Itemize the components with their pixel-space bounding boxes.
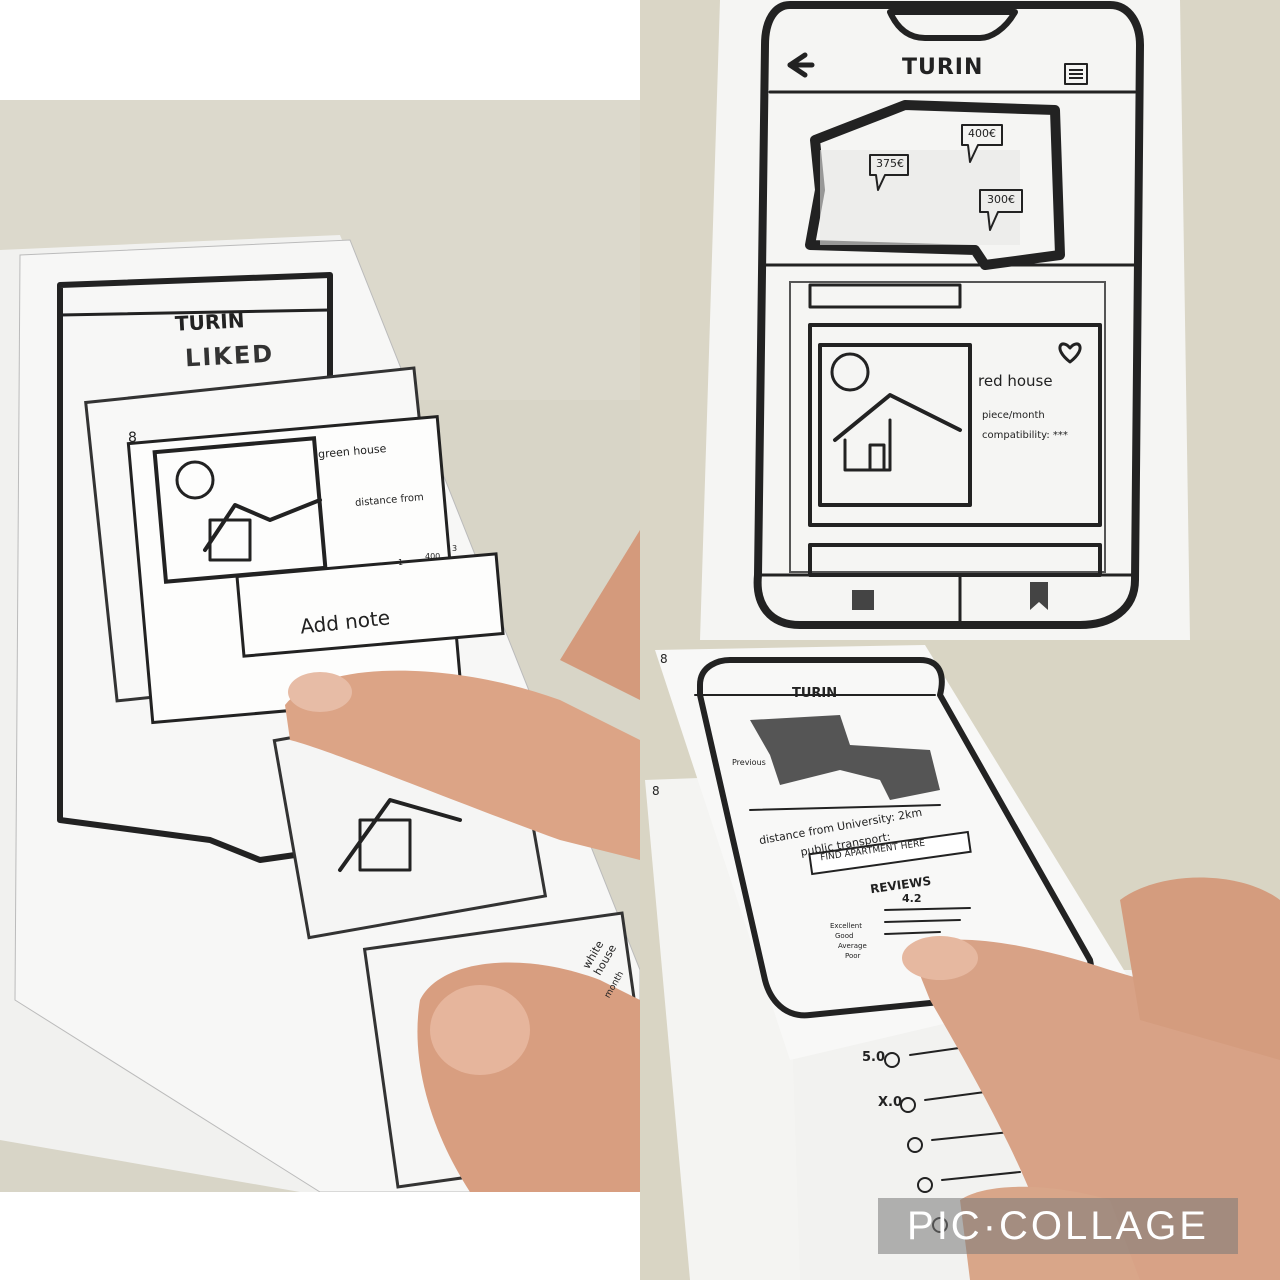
top-right-card-title: red house bbox=[978, 372, 1053, 390]
top-right-photo: TURIN 375€ 400€ 300€ red house piece/mon… bbox=[640, 0, 1280, 640]
rating-label-excellent: Excellent bbox=[830, 922, 862, 930]
left-icon-caption-2: 400 bbox=[425, 552, 441, 561]
collage-watermark: PIC·COLLAGE bbox=[878, 1198, 1238, 1254]
reviews-score: 4.2 bbox=[902, 892, 922, 905]
left-icon-caption-3: 3 bbox=[452, 544, 458, 553]
top-right-scene bbox=[640, 0, 1280, 640]
review-score-placeholder: X.0 bbox=[878, 1095, 903, 1110]
bottom-page-number-b: 8 bbox=[652, 784, 660, 798]
left-icon-caption-1: 1 bbox=[398, 558, 404, 567]
rating-label-average: Average bbox=[838, 942, 867, 950]
top-right-card-line-1: piece/month bbox=[982, 410, 1045, 421]
rating-label-good: Good bbox=[835, 932, 854, 940]
left-photo: TURIN LIKED 8 green house distance from … bbox=[0, 100, 640, 1192]
left-app-name: TURIN bbox=[174, 308, 246, 336]
price-pin-3: 300€ bbox=[987, 193, 1015, 206]
bottom-page-number-a: 8 bbox=[660, 652, 668, 666]
bottom-back-label: Previous bbox=[732, 758, 766, 767]
left-page-number: 8 bbox=[128, 430, 137, 446]
review-score-first: 5.0 bbox=[862, 1050, 886, 1065]
bottom-app-name: TURIN bbox=[792, 686, 838, 701]
price-pin-1: 375€ bbox=[876, 157, 904, 170]
top-right-app-name: TURIN bbox=[902, 55, 984, 80]
rating-label-poor: Poor bbox=[845, 952, 861, 960]
bottom-right-photo: 8 8 TURIN Previous distance from Univers… bbox=[640, 640, 1280, 1280]
bottom-right-scene bbox=[640, 640, 1280, 1280]
left-photo-scene bbox=[0, 100, 640, 1192]
price-pin-2: 400€ bbox=[968, 127, 996, 140]
top-right-card-line-2: compatibility: *** bbox=[982, 430, 1068, 441]
left-screen-title: LIKED bbox=[184, 339, 275, 373]
